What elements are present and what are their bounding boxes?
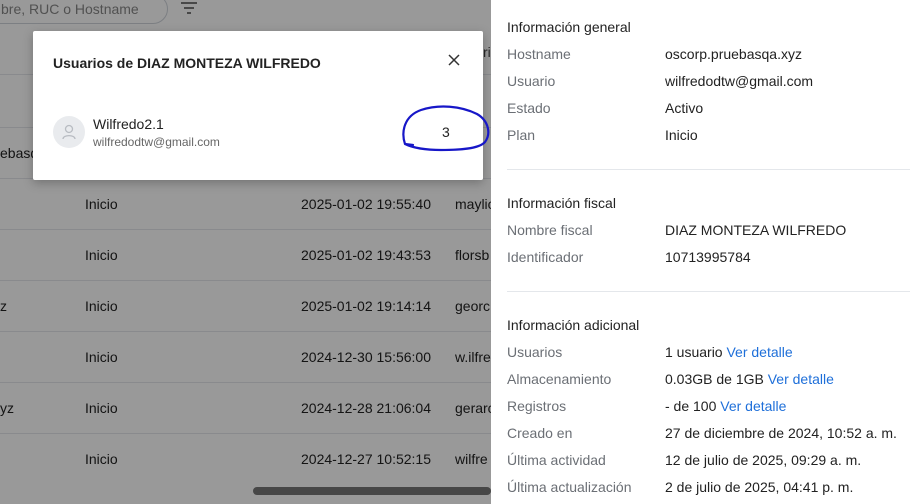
label-registros: Registros (507, 398, 567, 414)
value-ultima-actualizacion: 2 de julio de 2025, 04:41 p. m. (665, 479, 854, 495)
value-identificador: 10713995784 (665, 249, 751, 265)
value-creado-en: 27 de diciembre de 2024, 10:52 a. m. (665, 425, 897, 441)
value-registros: - de 100 Ver detalle (665, 398, 786, 414)
close-icon[interactable] (445, 51, 463, 69)
label-identificador: Identificador (507, 249, 584, 265)
section-divider (507, 169, 910, 170)
label-ultima-actividad: Última actividad (507, 452, 606, 468)
label-creado-en: Creado en (507, 425, 573, 441)
label-estado: Estado (507, 100, 551, 116)
value-plan: Inicio (665, 127, 698, 143)
label-nombre-fiscal: Nombre fiscal (507, 222, 593, 238)
value-almacenamiento: 0.03GB de 1GB Ver detalle (665, 371, 834, 387)
value-usuarios: 1 usuario Ver detalle (665, 344, 793, 360)
registros-amount: - de 100 (665, 398, 717, 414)
user-icon (62, 124, 76, 140)
value-usuario: wilfredodtw@gmail.com (665, 73, 814, 89)
label-almacenamiento: Almacenamiento (507, 371, 612, 387)
section-divider (507, 291, 910, 292)
value-hostname: oscorp.pruebasqa.xyz (665, 46, 802, 62)
annotation-circle (402, 105, 490, 152)
almacenamiento-amount: 0.03GB de 1GB (665, 371, 764, 387)
label-usuarios: Usuarios (507, 344, 563, 360)
label-hostname: Hostname (507, 46, 571, 62)
label-usuario: Usuario (507, 73, 556, 89)
ver-detalle-almacenamiento-link[interactable]: Ver detalle (768, 371, 834, 387)
label-plan: Plan (507, 127, 536, 143)
user-email: wilfredodtw@gmail.com (93, 135, 220, 149)
section-title-general: Información general (507, 19, 631, 35)
value-ultima-actividad: 12 de julio de 2025, 09:29 a. m. (665, 452, 862, 468)
users-modal: Usuarios de DIAZ MONTEZA WILFREDO Wilfre… (33, 31, 490, 180)
value-nombre-fiscal: DIAZ MONTEZA WILFREDO (665, 222, 847, 238)
avatar (53, 116, 85, 148)
label-ultima-actualizacion: Última actualización (507, 479, 632, 495)
section-title-fiscal: Información fiscal (507, 195, 616, 211)
modal-title: Usuarios de DIAZ MONTEZA WILFREDO (53, 55, 321, 71)
user-name: Wilfredo2.1 (93, 116, 164, 132)
detail-panel: Información general Hostname oscorp.prue… (491, 0, 922, 504)
ver-detalle-registros-link[interactable]: Ver detalle (720, 398, 786, 414)
value-estado: Activo (665, 100, 704, 116)
ver-detalle-usuarios-link[interactable]: Ver detalle (726, 344, 792, 360)
usuarios-count: 1 usuario (665, 344, 723, 360)
section-title-additional: Información adicional (507, 317, 640, 333)
